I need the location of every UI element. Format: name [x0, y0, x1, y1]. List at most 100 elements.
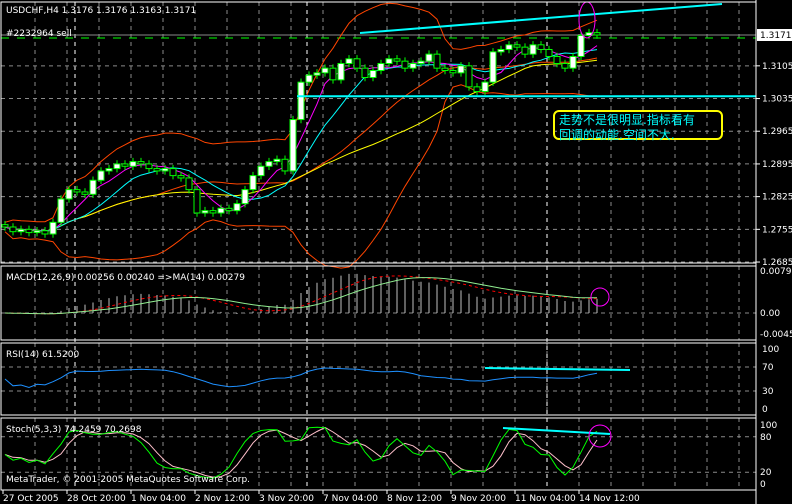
candle-body	[249, 175, 257, 191]
candle-body	[49, 221, 57, 235]
candle-body	[329, 67, 337, 81]
time-tick-label: 8 Nov 12:00	[387, 494, 442, 504]
candle-body	[529, 44, 537, 55]
candle-body	[17, 228, 25, 233]
candle-body	[553, 55, 561, 64]
current-price-label: 1.3171	[760, 31, 792, 41]
candle-body	[313, 72, 321, 76]
candle-body	[81, 191, 89, 195]
ma-fast-line	[4, 45, 598, 233]
stoch-title: Stoch(5,3,3) 74.2459 70.2698	[6, 425, 142, 435]
candle-body	[153, 168, 161, 172]
candle-body	[393, 58, 401, 62]
candle-body	[369, 70, 377, 79]
candle-body	[281, 158, 289, 172]
chart-canvas: 1.31051.30351.29651.28951.28251.27551.26…	[0, 0, 792, 504]
candle-body	[225, 207, 233, 212]
price-tick-label: 1.2895	[762, 160, 792, 170]
stoch-tick-label: 100	[760, 421, 777, 431]
candle-body	[345, 58, 353, 64]
rsi-trend-line	[484, 367, 631, 371]
macd-highlight-circle	[590, 287, 610, 307]
candle-body	[433, 53, 441, 69]
candle-body	[185, 177, 193, 191]
time-tick-label: 9 Nov 20:00	[451, 494, 506, 504]
candle-body	[201, 210, 209, 214]
stoch-tick-label: 0	[760, 480, 766, 490]
candle-body	[513, 44, 521, 48]
price-tick-label: 1.2965	[762, 127, 792, 137]
candle-body	[193, 189, 201, 214]
candle-body	[569, 55, 577, 69]
candle-body	[217, 207, 225, 214]
candle-body	[265, 161, 273, 167]
candle-body	[289, 119, 297, 172]
stoch-tick-label: 20	[760, 468, 772, 478]
candle-body	[33, 230, 41, 234]
candle-body	[377, 62, 385, 72]
annotation-note: 走势不是很明显.指标看有 回调的动能.空间不大.	[553, 110, 723, 142]
candle-body	[417, 60, 425, 64]
candle-body	[545, 48, 553, 57]
candle-body	[297, 81, 305, 121]
rsi-line	[4, 367, 598, 389]
candle-body	[1, 224, 9, 228]
candle-body	[425, 53, 433, 62]
macd-title: MACD(12,26,9) 0.00256 0.00240 =>MA(14) 0…	[6, 273, 245, 283]
macd-tick-label: 0.00	[760, 309, 780, 319]
price-tick-label: 1.3035	[762, 95, 792, 105]
candle-body	[257, 165, 265, 177]
candle-body	[481, 81, 489, 93]
candle-body	[177, 175, 185, 179]
time-tick-label: 3 Nov 20:00	[259, 494, 314, 504]
rsi-title: RSI(14) 61.5200	[6, 350, 79, 360]
price-tick-label: 1.3105	[762, 62, 792, 72]
candle-body	[505, 44, 513, 50]
macd-tick-label: -0.0045	[760, 330, 792, 340]
candle-body	[537, 44, 545, 50]
candle-body	[457, 65, 465, 74]
candle-body	[121, 163, 129, 167]
candle-body	[41, 230, 49, 235]
candle-body	[209, 210, 217, 214]
candle-body	[577, 34, 585, 57]
candle-body	[593, 32, 601, 36]
note-line-1: 走势不是很明显.指标看有	[559, 113, 695, 127]
candle-body	[169, 168, 177, 177]
candle-body	[89, 179, 97, 195]
candle-body	[105, 168, 113, 172]
time-tick-label: 27 Oct 2005	[3, 494, 59, 504]
copyright-label: MetaTrader, © 2001-2005 MetaQuotes Softw…	[6, 475, 250, 485]
macd-tick-label: 0.00799	[760, 267, 792, 277]
rsi-tick-label: 0	[762, 405, 768, 415]
candle-body	[401, 60, 409, 69]
candle-body	[337, 62, 345, 81]
candle-body	[385, 58, 393, 64]
candle-body	[561, 62, 569, 69]
candle-body	[353, 58, 361, 69]
rsi-tick-label: 30	[762, 387, 774, 397]
order-label: #2232964 sell	[6, 29, 72, 39]
candle-body	[137, 161, 145, 165]
candle-body	[145, 163, 153, 170]
candle-body	[449, 70, 457, 74]
candle-body	[489, 51, 497, 83]
trend-line	[359, 3, 723, 34]
candle-body	[321, 67, 329, 74]
rsi-tick-label: 100	[762, 345, 779, 355]
note-line-2: 回调的动能.空间不大.	[559, 128, 675, 142]
time-tick-label: 28 Oct 20:00	[67, 494, 126, 504]
candle-body	[465, 65, 473, 88]
candle-body	[25, 228, 33, 234]
candle-body	[521, 46, 529, 55]
candle-body	[65, 189, 73, 200]
time-tick-label: 2 Nov 12:00	[195, 494, 250, 504]
candle-body	[361, 67, 369, 79]
grid	[1, 2, 756, 490]
candle-body	[497, 48, 505, 53]
candle-body	[305, 74, 313, 83]
candle-body	[273, 158, 281, 163]
candle-body	[57, 198, 65, 223]
stoch-highlight-circle	[588, 424, 612, 448]
price-tick-label: 1.2825	[762, 193, 792, 203]
